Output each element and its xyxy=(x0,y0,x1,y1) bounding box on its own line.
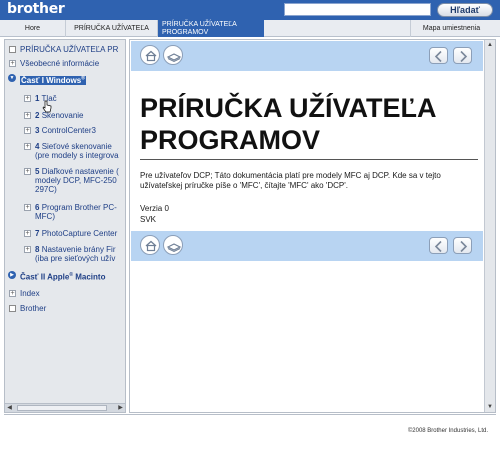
scroll-up-icon[interactable]: ▲ xyxy=(486,41,494,49)
top-navigation-band xyxy=(131,41,483,71)
book-button[interactable] xyxy=(163,45,183,65)
sidebar-horizontal-scrollbar[interactable]: ◀ ▶ xyxy=(5,403,125,412)
expand-icon[interactable]: + xyxy=(24,95,31,102)
scroll-left-icon[interactable]: ◀ xyxy=(5,404,14,412)
next-page-button[interactable] xyxy=(453,237,472,254)
scroll-right-icon[interactable]: ▶ xyxy=(116,404,125,412)
scroll-down-icon[interactable]: ▼ xyxy=(486,403,494,411)
home-button[interactable] xyxy=(140,235,160,255)
intro-paragraph: Pre užívateľov DCP; Táto dokumentácia pl… xyxy=(140,171,441,190)
prev-arrow-icon xyxy=(434,240,442,253)
document-icon xyxy=(9,46,16,53)
top-bar: brother Hľadať xyxy=(0,0,500,20)
search-button[interactable]: Hľadať xyxy=(437,3,493,17)
tab-users-guide[interactable]: PRÍRUČKA UŽÍVATEĽA xyxy=(66,20,158,37)
home-icon xyxy=(145,50,157,62)
sidebar-item-apple[interactable]: Časť II Apple® Macinto xyxy=(20,271,105,282)
sidebar-item-windows[interactable]: Časť I Windows® xyxy=(20,74,86,85)
expand-icon[interactable]: + xyxy=(9,60,16,67)
footer: ©2008 Brother Industries, Ltd. xyxy=(4,414,496,448)
expand-icon[interactable]: + xyxy=(24,168,31,175)
sidebar-item-pc-fax[interactable]: 6 Program Brother PC- MFC) xyxy=(35,203,117,221)
book-button[interactable] xyxy=(163,235,183,255)
sidebar-toc: PRÍRUČKA UŽÍVATEĽA PR + Všeobecné inform… xyxy=(4,39,126,413)
sidebar-item-brother[interactable]: Brother xyxy=(20,304,46,313)
document-icon xyxy=(9,305,16,312)
copyright-text: ©2008 Brother Industries, Ltd. xyxy=(407,428,488,434)
content-pane: PRÍRUČKA UŽÍVATEĽA PROGRAMOV Pre užívate… xyxy=(129,39,496,413)
content-vertical-scrollbar[interactable]: ▲ ▼ xyxy=(484,40,495,412)
expand-icon[interactable]: + xyxy=(24,246,31,253)
home-icon xyxy=(145,240,157,252)
expand-icon[interactable]: + xyxy=(24,204,31,211)
book-icon xyxy=(166,53,182,63)
collapse-icon[interactable]: ▼ xyxy=(8,74,16,82)
sidebar-item-general[interactable]: Všeobecné informácie xyxy=(20,59,99,68)
version-text: Verzia 0 xyxy=(140,204,169,213)
expand-icon[interactable]: + xyxy=(24,127,31,134)
expand-icon[interactable]: + xyxy=(24,143,31,150)
pointer-cursor-icon xyxy=(42,100,52,113)
next-page-button[interactable] xyxy=(453,47,472,64)
home-button[interactable] xyxy=(140,45,160,65)
expand-icon[interactable]: + xyxy=(9,290,16,297)
page-title: PRÍRUČKA UŽÍVATEĽA PROGRAMOV xyxy=(140,93,436,155)
prev-page-button[interactable] xyxy=(429,47,448,64)
sidebar-item-firewall[interactable]: 8 Nastavenie brány Fir (iba pre sieťových… xyxy=(35,245,116,263)
expand-icon[interactable]: + xyxy=(24,230,31,237)
sidebar-item-index[interactable]: Index xyxy=(20,289,40,298)
search-input[interactable] xyxy=(284,3,431,16)
next-arrow-icon xyxy=(460,50,468,63)
prev-page-button[interactable] xyxy=(429,237,448,254)
book-icon xyxy=(166,243,182,253)
tab-home[interactable]: Hore xyxy=(0,20,66,37)
prev-arrow-icon xyxy=(434,50,442,63)
expand-arrow-icon[interactable]: ▶ xyxy=(8,271,16,279)
tab-software-guide[interactable]: PRÍRUČKA UŽÍVATEĽA PROGRAMOV xyxy=(158,20,264,37)
brother-logo[interactable]: brother xyxy=(7,1,65,17)
bottom-navigation-band xyxy=(131,231,483,261)
title-divider xyxy=(140,159,478,160)
sidebar-item-controlcenter[interactable]: 3 ControlCenter3 xyxy=(35,126,96,135)
language-text: SVK xyxy=(140,215,157,224)
tab-site-map[interactable]: Mapa umiestnenia xyxy=(410,20,492,37)
sidebar-item-photocapture[interactable]: 7 PhotoCapture Center xyxy=(35,229,117,238)
next-arrow-icon xyxy=(460,240,468,253)
sidebar-item-users-guide[interactable]: PRÍRUČKA UŽÍVATEĽA PR xyxy=(20,45,118,54)
nav-tabs: Hore PRÍRUČKA UŽÍVATEĽA PRÍRUČKA UŽÍVATE… xyxy=(0,20,500,37)
scrollbar-thumb[interactable] xyxy=(17,405,107,411)
sidebar-item-network-scan[interactable]: 4 Sieťové skenovanie (pre modely s integr… xyxy=(35,142,119,160)
expand-icon[interactable]: + xyxy=(24,112,31,119)
sidebar-item-remote-setup[interactable]: 5 Diaľkové nastavenie (modely DCP, MFC-2… xyxy=(35,167,119,194)
